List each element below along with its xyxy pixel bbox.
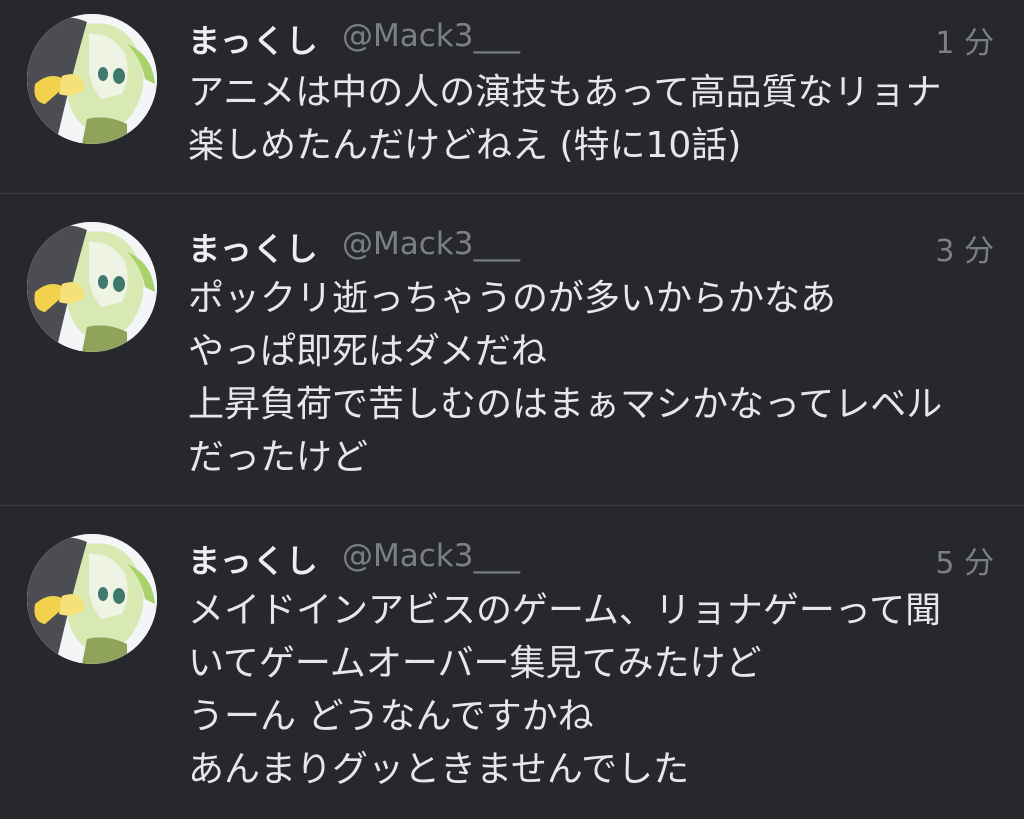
- avatar-image: [27, 222, 157, 352]
- timestamp: 5 分: [935, 546, 994, 581]
- tweet-text-line: 上昇負荷で苦しむのはまぁマシかなってレベル: [188, 384, 943, 425]
- tweet-text-line: アニメは中の人の演技もあって高品質なリョナ: [188, 72, 942, 113]
- tweet-text: メイドインアビスのゲーム、リョナゲーって聞 いてゲームオーバー集見てみたけど う…: [188, 584, 998, 796]
- tweet-text-line: あんまりグッときませんでした: [188, 749, 690, 790]
- tweet-text-line: ポックリ逝っちゃうのが多いからかなあ: [188, 278, 837, 319]
- tweet-text-line: うーん どうなんですかね: [188, 696, 594, 737]
- display-name[interactable]: まっくし: [188, 16, 319, 62]
- display-name[interactable]: まっくし: [188, 536, 319, 582]
- tweet[interactable]: まっくし @Mack3___ 1 分 アニメは中の人の演技もあって高品質なリョナ…: [0, 0, 1024, 194]
- timestamp: 3 分: [935, 234, 994, 269]
- timestamp: 1 分: [935, 26, 994, 61]
- avatar-image: [27, 534, 157, 664]
- user-handle[interactable]: @Mack3___: [342, 18, 520, 54]
- tweet[interactable]: まっくし @Mack3___ 5 分 メイドインアビスのゲーム、リョナゲーって聞…: [0, 506, 1024, 819]
- user-handle[interactable]: @Mack3___: [342, 226, 520, 262]
- timeline: まっくし @Mack3___ 1 分 アニメは中の人の演技もあって高品質なリョナ…: [0, 0, 1024, 819]
- display-name[interactable]: まっくし: [188, 224, 319, 270]
- tweet-header: まっくし @Mack3___ 1 分: [188, 16, 994, 62]
- tweet-text-line: いてゲームオーバー集見てみたけど: [188, 643, 762, 684]
- avatar[interactable]: [27, 534, 157, 664]
- tweet-text-line: メイドインアビスのゲーム、リョナゲーって聞: [188, 590, 942, 631]
- avatar[interactable]: [27, 14, 157, 144]
- tweet-text-line: やっぱ即死はダメだね: [188, 331, 547, 372]
- tweet[interactable]: まっくし @Mack3___ 3 分 ポックリ逝っちゃうのが多いからかなあ やっ…: [0, 194, 1024, 506]
- tweet-text-line: 楽しめたんだけどねえ (特に10話): [188, 125, 742, 166]
- tweet-text-line: だったけど: [188, 437, 369, 478]
- avatar-image: [27, 14, 157, 144]
- tweet-text: アニメは中の人の演技もあって高品質なリョナ 楽しめたんだけどねえ (特に10話): [188, 66, 998, 172]
- tweet-header: まっくし @Mack3___ 5 分: [188, 536, 994, 582]
- user-handle[interactable]: @Mack3___: [342, 538, 520, 574]
- tweet-header: まっくし @Mack3___ 3 分: [188, 224, 994, 270]
- avatar[interactable]: [27, 222, 157, 352]
- tweet-text: ポックリ逝っちゃうのが多いからかなあ やっぱ即死はダメだね 上昇負荷で苦しむのは…: [188, 272, 998, 484]
